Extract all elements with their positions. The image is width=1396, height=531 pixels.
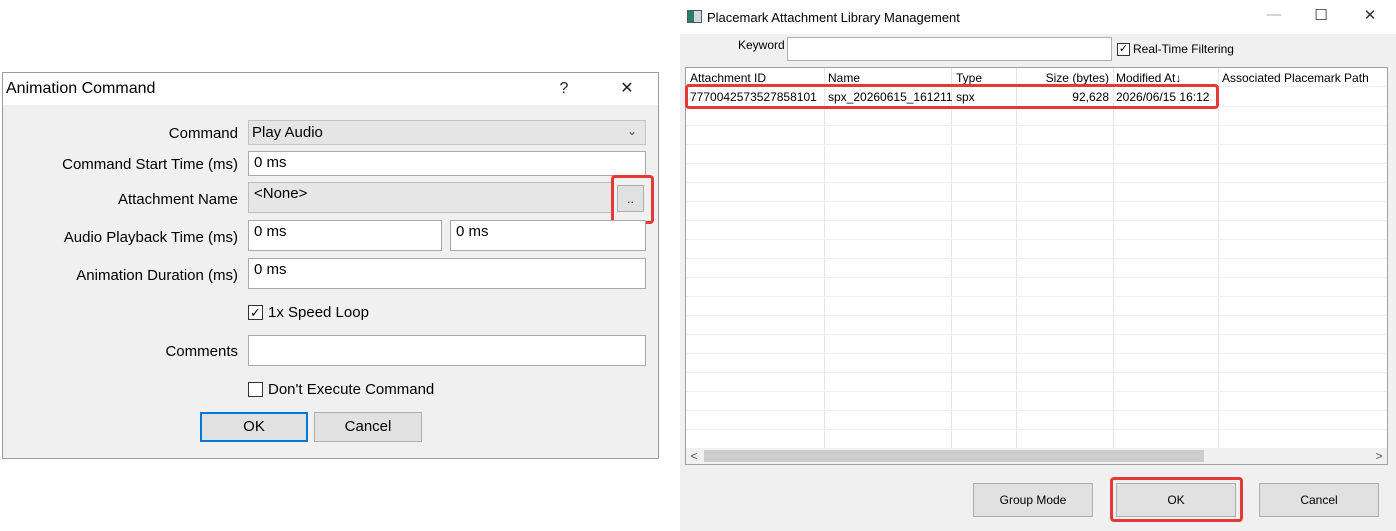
ok-button[interactable]: OK [1116, 483, 1236, 517]
duration-input[interactable]: 0 ms [248, 258, 646, 289]
start-time-label: Command Start Time (ms) [62, 156, 238, 173]
window-title: Placemark Attachment Library Management [707, 10, 960, 25]
cell-size: 92,628 [1072, 90, 1109, 104]
attachment-name-field: <None> [248, 182, 614, 213]
column-header-modified[interactable]: Modified At↓ [1113, 68, 1184, 86]
realtime-filter-label: Real-Time Filtering [1133, 42, 1234, 56]
attachment-library-window: Placemark Attachment Library Management … [680, 0, 1396, 531]
attachment-name-label: Attachment Name [117, 191, 238, 208]
dialog-title: Animation Command [6, 80, 156, 97]
command-select-value: Play Audio [252, 124, 323, 141]
keyword-label: Keyword [738, 38, 785, 52]
browse-attachment-button[interactable]: .. [617, 185, 644, 212]
cancel-button[interactable]: Cancel [314, 412, 422, 442]
dialog-titlebar: Animation Command ? ✕ [3, 73, 658, 105]
check-icon: ✓ [248, 305, 263, 320]
close-icon[interactable]: ✕ [1347, 6, 1393, 24]
dont-execute-checkbox[interactable]: Don't Execute Command [248, 381, 434, 398]
duration-label: Animation Duration (ms) [76, 267, 238, 284]
keyword-input[interactable] [787, 37, 1112, 61]
horizontal-scrollbar[interactable]: < > [686, 448, 1387, 464]
maximize-icon[interactable]: ☐ [1298, 6, 1344, 24]
column-header-type[interactable]: Type [953, 68, 985, 86]
column-header-placemark-path[interactable]: Associated Placemark Path [1219, 68, 1372, 86]
cell-attachment-id: 7770042573527858101 [690, 90, 817, 104]
command-label: Command [168, 125, 238, 142]
scroll-left-icon[interactable]: < [686, 448, 702, 464]
close-icon[interactable]: ✕ [604, 73, 650, 105]
animation-command-dialog: Animation Command ? ✕ Command Play Audio… [2, 72, 659, 459]
speed-loop-label: 1x Speed Loop [268, 304, 369, 321]
command-select[interactable]: Play Audio ⌄ [248, 120, 646, 145]
start-time-input[interactable]: 0 ms [248, 151, 646, 176]
playback-end-input[interactable]: 0 ms [450, 220, 646, 251]
minimize-icon[interactable]: — [1251, 6, 1297, 23]
check-icon: ✓ [1117, 42, 1130, 56]
ok-button[interactable]: OK [200, 412, 308, 442]
group-mode-button[interactable]: Group Mode [973, 483, 1093, 517]
column-header-size[interactable]: Size (bytes) [1017, 68, 1112, 86]
dont-execute-label: Don't Execute Command [268, 381, 435, 398]
chevron-down-icon: ⌄ [626, 124, 637, 138]
scroll-right-icon[interactable]: > [1371, 448, 1387, 464]
app-icon [687, 10, 702, 23]
window-titlebar: Placemark Attachment Library Management … [680, 0, 1396, 34]
cancel-button[interactable]: Cancel [1259, 483, 1379, 517]
checkbox-box [248, 382, 263, 397]
scrollbar-thumb[interactable] [704, 450, 1204, 462]
help-button[interactable]: ? [541, 73, 587, 105]
cell-name: spx_20260615_161211 [828, 90, 953, 104]
audio-playback-label: Audio Playback Time (ms) [63, 229, 238, 246]
speed-loop-checkbox[interactable]: ✓ 1x Speed Loop [248, 304, 369, 321]
comments-input[interactable] [248, 335, 646, 366]
column-header-attachment-id[interactable]: Attachment ID [687, 68, 769, 86]
realtime-filter-checkbox[interactable]: ✓ Real-Time Filtering [1117, 42, 1234, 56]
playback-start-input[interactable]: 0 ms [248, 220, 442, 251]
column-header-name[interactable]: Name [825, 68, 863, 86]
attachment-table: Attachment ID Name Type Size (bytes) Mod… [685, 67, 1388, 465]
comments-label: Comments [165, 343, 238, 360]
cell-type: spx [956, 90, 975, 104]
cell-modified: 2026/06/15 16:12 [1116, 90, 1210, 104]
